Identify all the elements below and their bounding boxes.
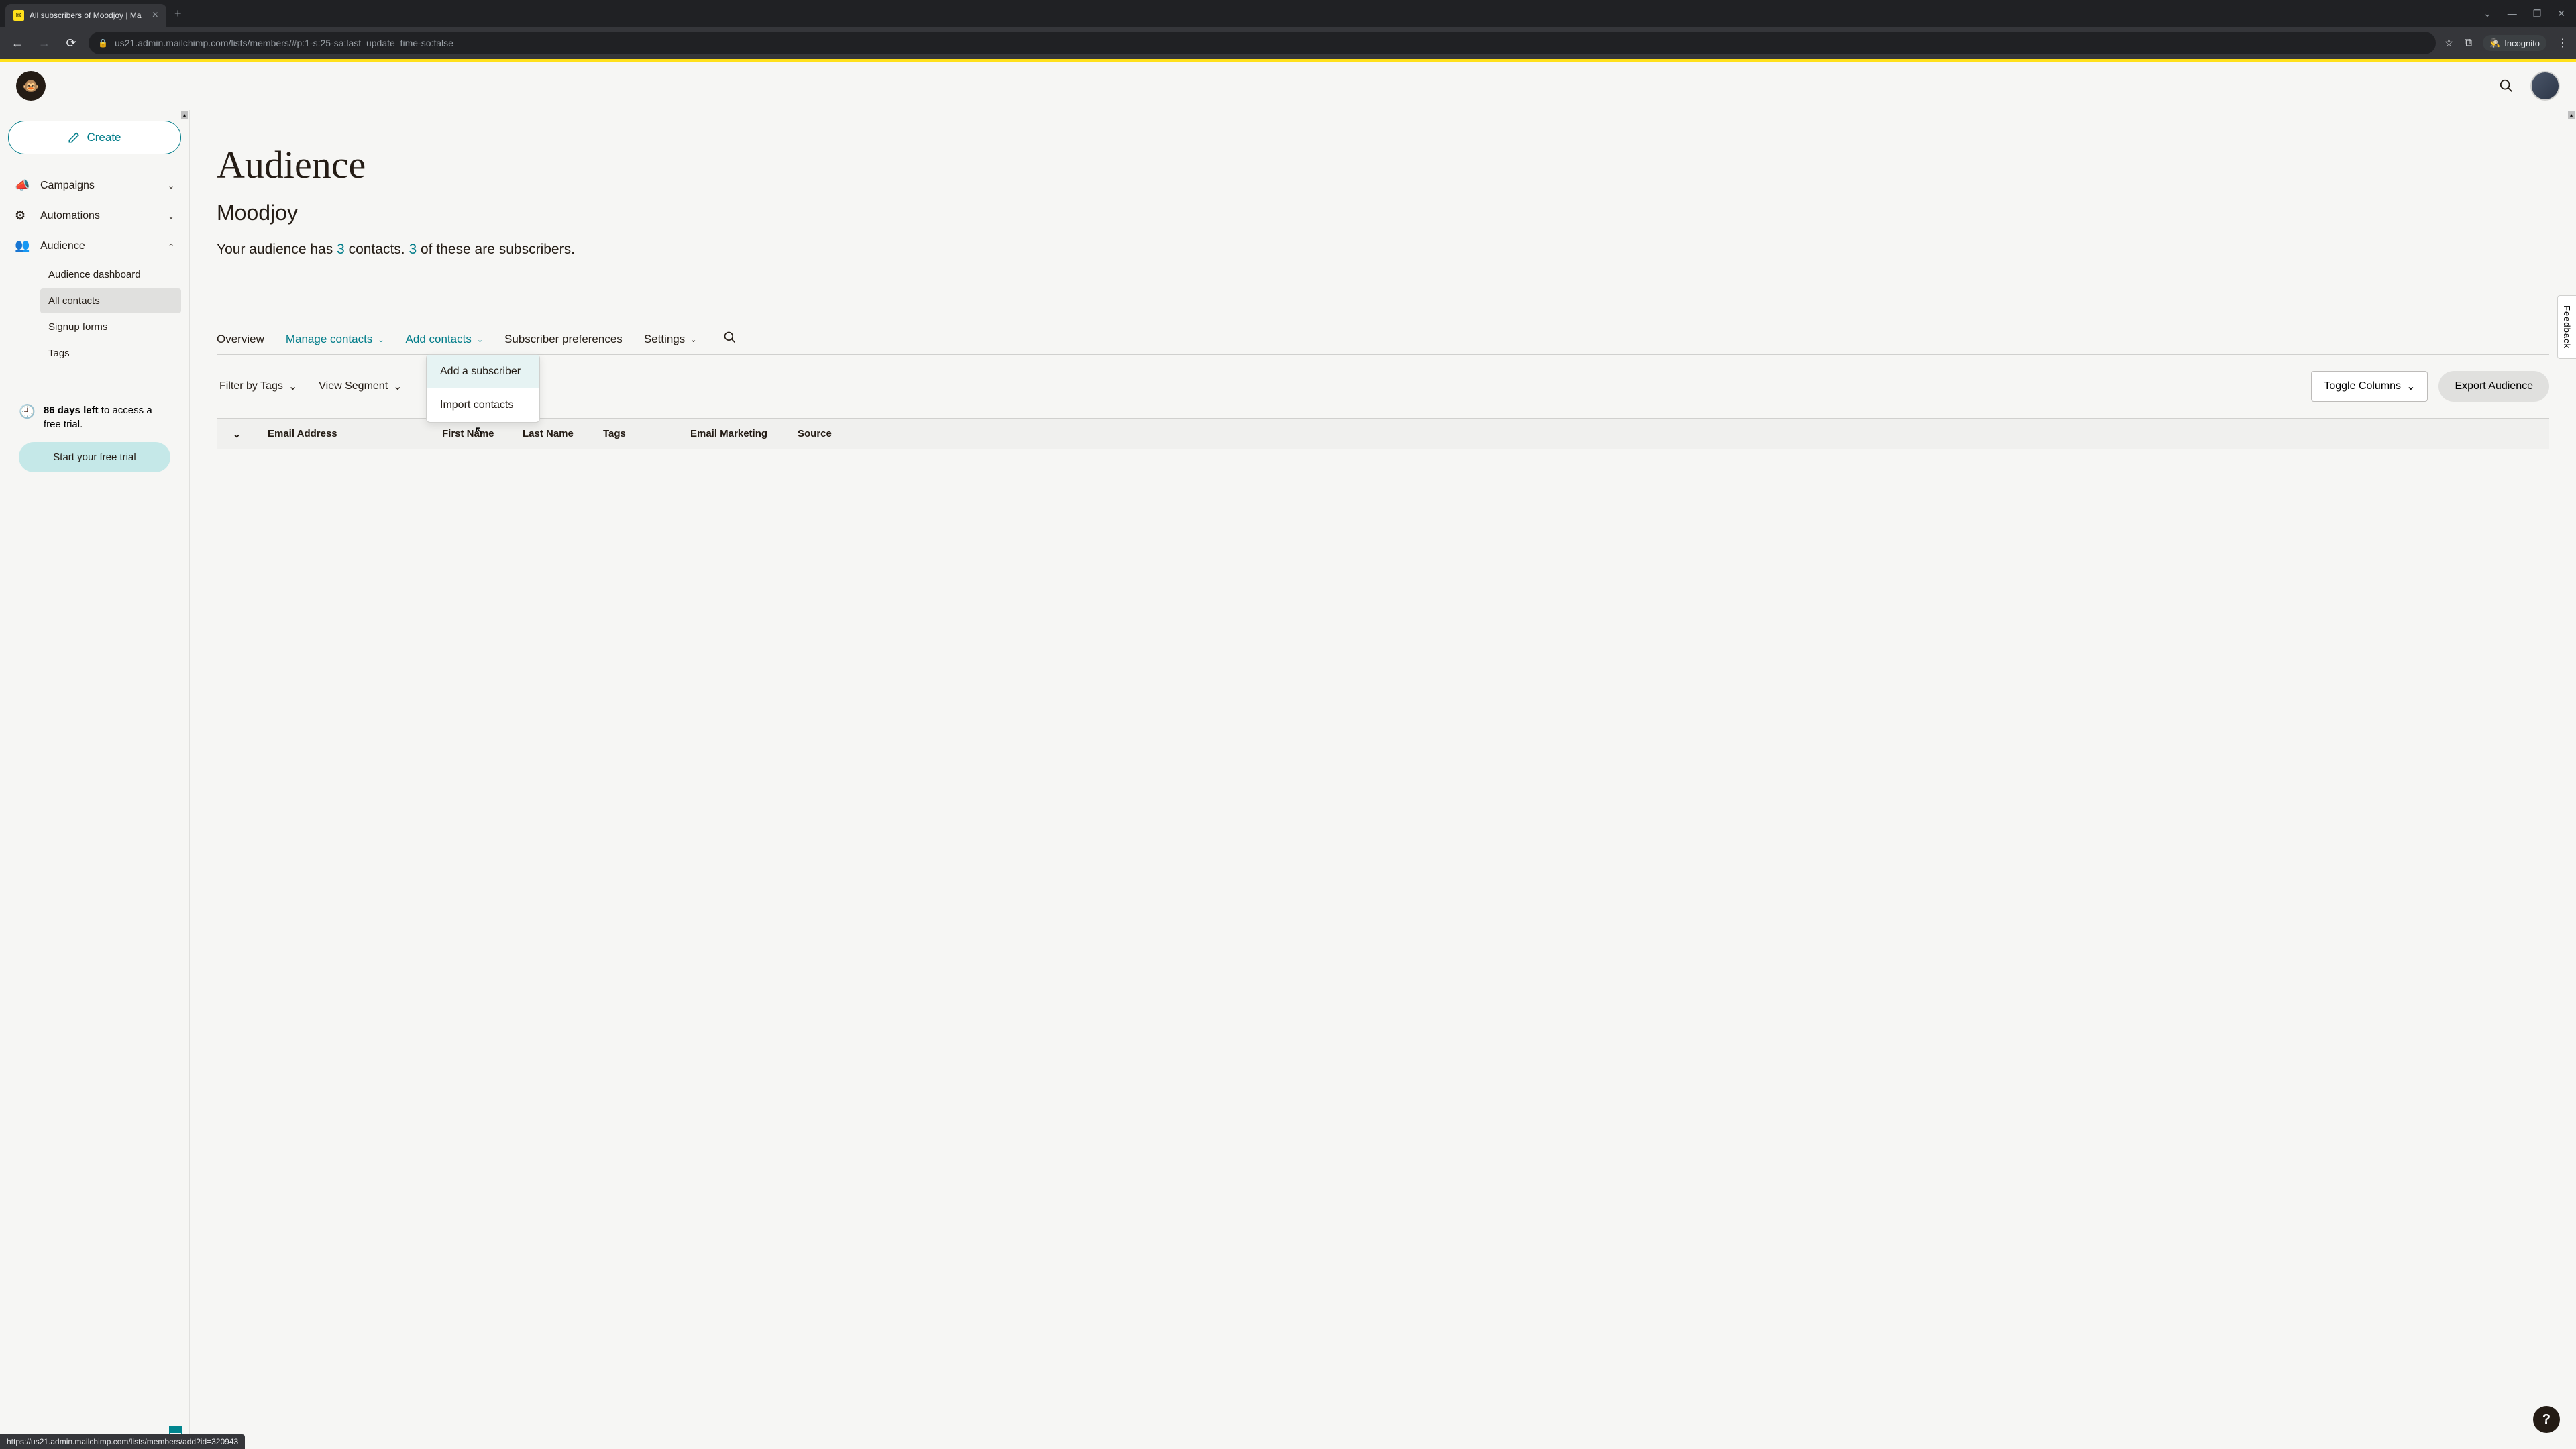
chevron-down-icon: ⌄ xyxy=(168,211,174,221)
start-trial-button[interactable]: Start your free trial xyxy=(19,442,170,472)
column-email[interactable]: Email Address xyxy=(257,428,431,440)
address-bar[interactable]: 🔒 us21.admin.mailchimp.com/lists/members… xyxy=(89,32,2436,54)
clock-icon: 🕘 xyxy=(19,403,36,420)
nav-campaigns[interactable]: 📣 Campaigns ⌄ xyxy=(8,170,181,201)
chevron-down-icon: ⌄ xyxy=(168,181,174,191)
tab-overview[interactable]: Overview xyxy=(217,325,264,354)
chevron-down-icon: ⌄ xyxy=(477,335,483,344)
extensions-icon[interactable]: ⧉ xyxy=(2465,37,2472,49)
chevron-down-icon: ⌄ xyxy=(378,335,384,344)
app-header: 🐵 xyxy=(0,62,2576,110)
tab-settings[interactable]: Settings⌄ xyxy=(644,325,697,354)
column-source[interactable]: Source xyxy=(787,428,867,440)
megaphone-icon: 📣 xyxy=(15,178,31,193)
tab-close-icon[interactable]: × xyxy=(152,9,158,21)
sub-signup-forms[interactable]: Signup forms xyxy=(40,315,181,339)
close-window-button[interactable]: ✕ xyxy=(2557,8,2565,19)
incognito-icon: 🕵 xyxy=(2489,38,2500,48)
bookmark-icon[interactable]: ☆ xyxy=(2444,36,2453,50)
feedback-tab[interactable]: Feedback xyxy=(2557,295,2576,359)
url-text: us21.admin.mailchimp.com/lists/members/#… xyxy=(115,38,453,48)
new-tab-button[interactable]: + xyxy=(174,7,182,21)
chevron-up-icon: ⌄ xyxy=(168,241,174,251)
list-toolbar: Filter by Tags⌄ View Segment⌄ New Segmen… xyxy=(217,355,2549,418)
tab-subscriber-preferences[interactable]: Subscriber preferences xyxy=(504,325,623,354)
reload-button[interactable]: ⟳ xyxy=(62,36,80,50)
filter-by-tags[interactable]: Filter by Tags⌄ xyxy=(217,374,300,398)
chevron-down-icon: ⌄ xyxy=(2406,380,2415,393)
search-icon xyxy=(2499,78,2514,93)
view-segment[interactable]: View Segment⌄ xyxy=(316,374,405,398)
contacts-count: 3 xyxy=(337,241,345,257)
main-scroll-up[interactable]: ▴ xyxy=(2568,111,2575,119)
tab-add-contacts[interactable]: Add contacts⌄ xyxy=(406,325,484,354)
chevron-down-icon: ⌄ xyxy=(690,335,696,344)
search-contacts-button[interactable] xyxy=(723,331,737,348)
subscribers-count: 3 xyxy=(409,241,417,257)
tab-overflow-icon[interactable]: ⌄ xyxy=(2483,8,2491,19)
column-tags[interactable]: Tags xyxy=(592,428,680,440)
audience-summary: Your audience has 3 contacts. 3 of these… xyxy=(217,241,2549,258)
pencil-icon xyxy=(68,131,80,144)
mailchimp-logo-icon[interactable]: 🐵 xyxy=(16,71,46,101)
dropdown-add-subscriber[interactable]: Add a subscriber xyxy=(427,355,539,388)
column-last-name[interactable]: Last Name xyxy=(512,428,592,440)
incognito-label: Incognito xyxy=(2504,38,2540,48)
page-title: Audience xyxy=(217,142,2549,187)
contacts-table-header: ⌄ Email Address First Name Last Name Tag… xyxy=(217,418,2549,449)
lock-icon: 🔒 xyxy=(98,38,108,48)
sub-all-contacts[interactable]: All contacts xyxy=(40,288,181,313)
minimize-button[interactable]: — xyxy=(2508,8,2517,19)
nav-label: Audience xyxy=(40,240,85,252)
people-icon: 👥 xyxy=(15,239,31,253)
export-audience-button[interactable]: Export Audience xyxy=(2438,371,2549,402)
chevron-down-icon: ⌄ xyxy=(288,380,297,393)
trial-promo: 🕘 86 days left to access a free trial. S… xyxy=(8,392,181,483)
help-button[interactable]: ? xyxy=(2533,1406,2560,1433)
forward-button[interactable]: → xyxy=(35,36,54,50)
dropdown-import-contacts[interactable]: Import contacts xyxy=(427,388,539,422)
add-contacts-dropdown: Add a subscriber Import contacts xyxy=(426,354,540,423)
window-controls: ⌄ — ❐ ✕ xyxy=(2483,8,2576,19)
sidebar-scroll-up[interactable]: ▴ xyxy=(181,111,188,119)
tab-title: All subscribers of Moodjoy | Ma xyxy=(30,11,147,20)
audience-subitems: Audience dashboard All contacts Signup f… xyxy=(8,262,181,366)
search-icon xyxy=(723,331,737,344)
tab-manage-contacts[interactable]: Manage contacts⌄ xyxy=(286,325,384,354)
tab-favicon-icon: ✉ xyxy=(13,10,24,21)
nav-automations[interactable]: ⚙ Automations ⌄ xyxy=(8,201,181,231)
column-first-name[interactable]: First Name xyxy=(431,428,512,440)
status-bar: https://us21.admin.mailchimp.com/lists/m… xyxy=(0,1434,245,1449)
nav-label: Campaigns xyxy=(40,180,95,192)
create-label: Create xyxy=(87,131,121,144)
browser-tab[interactable]: ✉ All subscribers of Moodjoy | Ma × xyxy=(5,4,166,27)
sub-tags[interactable]: Tags xyxy=(40,341,181,366)
browser-tab-strip: ✉ All subscribers of Moodjoy | Ma × + ⌄ … xyxy=(0,0,2576,27)
trial-text: 86 days left to access a free trial. xyxy=(44,403,170,431)
browser-toolbar: ← → ⟳ 🔒 us21.admin.mailchimp.com/lists/m… xyxy=(0,27,2576,59)
chevron-down-icon: ⌄ xyxy=(393,380,402,393)
incognito-badge[interactable]: 🕵 Incognito xyxy=(2483,35,2546,51)
automation-icon: ⚙ xyxy=(15,209,31,223)
maximize-button[interactable]: ❐ xyxy=(2533,8,2542,19)
sub-audience-dashboard[interactable]: Audience dashboard xyxy=(40,262,181,287)
audience-name: Moodjoy xyxy=(217,201,2549,225)
main-content: ▴ Audience Moodjoy Your audience has 3 c… xyxy=(190,110,2576,1449)
toggle-columns-button[interactable]: Toggle Columns⌄ xyxy=(2311,371,2428,402)
nav-label: Automations xyxy=(40,210,100,222)
user-avatar[interactable] xyxy=(2530,71,2560,101)
back-button[interactable]: ← xyxy=(8,36,27,50)
column-checkbox[interactable]: ⌄ xyxy=(217,428,257,440)
browser-menu-icon[interactable]: ⋮ xyxy=(2557,36,2568,50)
audience-tabs: Overview Manage contacts⌄ Add contacts⌄ … xyxy=(217,325,2549,355)
column-email-marketing[interactable]: Email Marketing xyxy=(680,428,787,440)
nav-audience[interactable]: 👥 Audience ⌄ xyxy=(8,231,181,261)
global-search-button[interactable] xyxy=(2493,72,2520,99)
sidebar: ▴ Create 📣 Campaigns ⌄ ⚙ Automations ⌄ 👥… xyxy=(0,110,190,1449)
create-button[interactable]: Create xyxy=(8,121,181,154)
